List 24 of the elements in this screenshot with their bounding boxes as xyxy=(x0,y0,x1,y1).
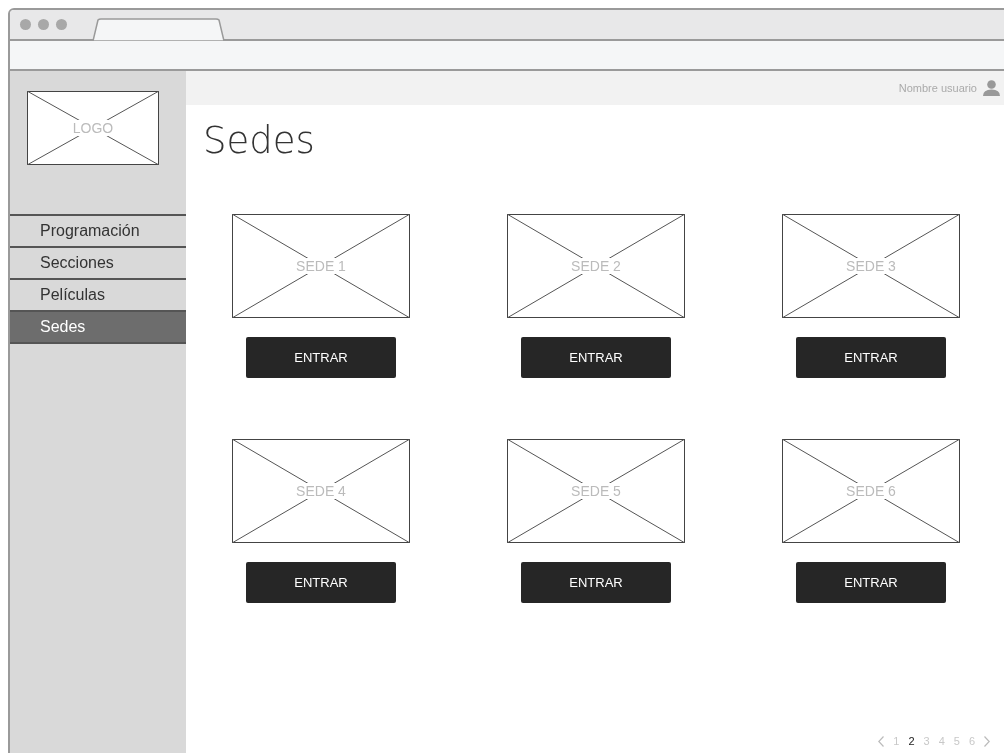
page-title: Sedes xyxy=(203,119,316,164)
placeholder-label: SEDE 3 xyxy=(844,258,898,274)
placeholder-label: SEDE 1 xyxy=(294,258,348,274)
window-control[interactable] xyxy=(56,19,67,30)
chevron-right-icon[interactable] xyxy=(984,735,990,747)
enter-button[interactable]: ENTRAR xyxy=(796,562,946,603)
enter-button[interactable]: ENTRAR xyxy=(246,337,396,378)
browser-tab[interactable] xyxy=(92,18,226,41)
placeholder-label: SEDE 2 xyxy=(569,258,623,274)
chevron-left-icon[interactable] xyxy=(878,735,885,747)
placeholder-label: SEDE 5 xyxy=(569,483,623,499)
enter-button[interactable]: ENTRAR xyxy=(796,337,946,378)
user-icon[interactable] xyxy=(983,80,1000,96)
page-link[interactable]: 2 xyxy=(908,735,915,747)
placeholder-label: LOGO xyxy=(70,120,116,136)
enter-button[interactable]: ENTRAR xyxy=(521,562,671,603)
window-control[interactable] xyxy=(38,19,49,30)
enter-button[interactable]: ENTRAR xyxy=(521,337,671,378)
placeholder-label: SEDE 4 xyxy=(294,483,348,499)
enter-button[interactable]: ENTRAR xyxy=(246,562,396,603)
placeholder-label: SEDE 6 xyxy=(844,483,898,499)
window-control[interactable] xyxy=(20,19,31,30)
user-name: Nombre usuario xyxy=(898,82,977,94)
sidebar-item[interactable]: Sedes xyxy=(10,312,186,344)
